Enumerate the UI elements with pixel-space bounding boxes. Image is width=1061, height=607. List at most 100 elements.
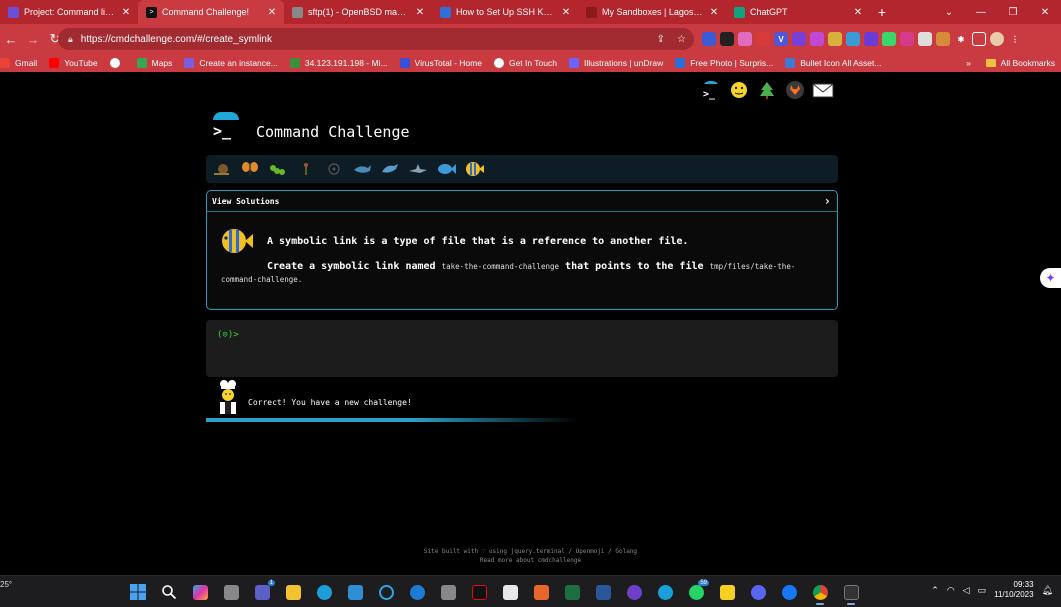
avatar[interactable] (990, 32, 1004, 46)
bookmarks-overflow-button[interactable]: » (966, 58, 971, 68)
tropical-fish-icon[interactable] (464, 159, 484, 179)
app-icon[interactable] (343, 581, 367, 603)
bookmark-item[interactable]: VirusTotal - Home (399, 58, 482, 68)
extension-icon[interactable] (936, 32, 950, 46)
all-bookmarks-button[interactable]: All Bookmarks (985, 58, 1055, 68)
whatsapp-icon[interactable]: 59 (684, 580, 709, 603)
app-icon[interactable] (653, 581, 677, 603)
caterpillar-icon[interactable] (268, 159, 288, 179)
sidebar-icon[interactable] (972, 32, 986, 46)
bookmark-item[interactable]: Illustrations | unDraw (569, 58, 663, 68)
new-tab-button[interactable]: + (870, 4, 894, 20)
bookmark-item[interactable]: 34.123.191.198 - Mi... (289, 58, 388, 68)
lock-icon[interactable]: 🔒︎ (68, 34, 73, 45)
bookmark-item[interactable]: Free Photo | Surpris... (675, 58, 773, 68)
extension-icon[interactable] (918, 32, 932, 46)
footer-read-more-link[interactable]: Read more about cmdchallenge (0, 556, 1061, 565)
app-icon[interactable] (529, 581, 553, 603)
extension-icon[interactable]: V (774, 32, 788, 46)
chevron-right-icon[interactable]: › (824, 194, 831, 208)
gitlab-icon[interactable] (784, 79, 806, 101)
menu-icon[interactable]: ⋮ (1008, 32, 1022, 46)
terminal-input[interactable]: (⊙)> (206, 320, 838, 377)
bookmark-item[interactable] (109, 58, 125, 68)
extension-icon[interactable] (720, 32, 734, 46)
url-text[interactable]: https://cmdchallenge.com/#/create_symlin… (81, 34, 657, 45)
close-window-button[interactable]: ✕ (1029, 7, 1061, 18)
extension-icon[interactable] (828, 32, 842, 46)
bookmark-item[interactable]: YouTube (49, 58, 98, 68)
sparkle-icon[interactable]: ✦ (1040, 268, 1061, 288)
view-solutions-toggle[interactable]: View Solutions › (207, 191, 837, 212)
app-icon[interactable] (405, 581, 429, 603)
extension-icon[interactable] (738, 32, 752, 46)
excel-icon[interactable] (560, 581, 584, 603)
chrome-icon[interactable] (808, 581, 832, 605)
whale-icon[interactable] (352, 159, 372, 179)
start-button[interactable] (126, 581, 150, 603)
mail-icon[interactable] (812, 79, 834, 101)
extension-icon[interactable] (702, 32, 716, 46)
tab-command-challenge[interactable]: > Command Challenge! ✕ (138, 0, 284, 24)
tab-ssh-keys[interactable]: How to Set Up SSH Keys o ✕ (432, 0, 578, 24)
close-icon[interactable]: ✕ (852, 7, 864, 18)
bookmark-item[interactable]: Create an instance... (184, 58, 278, 68)
back-button[interactable]: ← (0, 32, 22, 47)
tab-project-command-line[interactable]: Project: Command line for ✕ (0, 0, 138, 24)
dolphin-icon[interactable] (380, 159, 400, 179)
close-icon[interactable]: ✕ (414, 7, 426, 18)
camera-icon[interactable] (436, 581, 460, 603)
close-icon[interactable]: ✕ (120, 7, 132, 18)
close-icon[interactable]: ✕ (708, 7, 720, 18)
tab-my-sandboxes[interactable]: My Sandboxes | Lagos Intr ✕ (578, 0, 726, 24)
fish-icon[interactable] (436, 159, 456, 179)
search-icon[interactable] (157, 581, 181, 603)
github-icon[interactable] (622, 581, 646, 603)
battery-icon[interactable]: ▭ (978, 585, 987, 596)
edge-icon[interactable] (312, 581, 336, 603)
wifi-icon[interactable]: ◠ (947, 585, 955, 596)
extension-icon[interactable] (900, 32, 914, 46)
restore-button[interactable]: ❐ (997, 7, 1029, 18)
task-view-icon[interactable] (219, 581, 243, 603)
discord-icon[interactable] (746, 581, 770, 603)
bookmark-star-icon[interactable]: ☆ (677, 34, 686, 45)
extension-icon[interactable] (846, 32, 860, 46)
bookmark-item[interactable]: Bullet Icon All Asset... (785, 58, 881, 68)
file-explorer-icon[interactable] (281, 581, 305, 603)
butterfly-icon[interactable] (240, 159, 260, 179)
tab-sftp-manual[interactable]: sftp(1) - OpenBSD manual ✕ (284, 0, 432, 24)
close-icon[interactable]: ✕ (560, 7, 572, 18)
notification-bell-icon[interactable]: 🔔︎ (1042, 585, 1053, 596)
bookmark-item[interactable]: Maps (136, 58, 172, 68)
chevron-up-icon[interactable]: ⌃ (931, 585, 939, 596)
chevron-down-icon[interactable]: ⌄ (933, 7, 965, 18)
bookmark-item[interactable]: Get In Touch (493, 58, 557, 68)
snail-icon[interactable] (212, 159, 232, 179)
egg-icon[interactable] (324, 159, 344, 179)
sticky-notes-icon[interactable] (715, 581, 739, 603)
forward-button[interactable]: → (22, 32, 44, 47)
close-icon[interactable]: ✕ (266, 7, 278, 18)
extension-icon[interactable] (864, 32, 878, 46)
puzzle-icon[interactable]: ✱ (954, 32, 968, 46)
slack-icon[interactable] (498, 581, 522, 603)
cortana-icon[interactable] (374, 581, 398, 603)
extension-icon[interactable] (882, 32, 896, 46)
volume-icon[interactable]: ◁ (963, 585, 970, 596)
tree-icon[interactable] (756, 79, 778, 101)
share-icon[interactable]: ⇪ (657, 34, 665, 45)
minimize-button[interactable]: — (965, 7, 997, 18)
facebook-icon[interactable] (777, 581, 801, 603)
weather-widget[interactable]: 25° (0, 580, 12, 589)
bookmark-item[interactable]: Gmail (0, 58, 37, 68)
terminal-icon[interactable]: >_ (700, 79, 722, 101)
clock[interactable]: 09:33 11/10/2023 (994, 580, 1033, 600)
extension-icon[interactable] (756, 32, 770, 46)
trophy-emoji-icon[interactable] (728, 79, 750, 101)
netflix-icon[interactable] (467, 581, 491, 603)
copilot-icon[interactable] (188, 581, 212, 603)
extension-icon[interactable] (792, 32, 806, 46)
meet-icon[interactable]: 1 (250, 580, 275, 603)
tab-chatgpt[interactable]: ChatGPT ✕ (726, 0, 870, 24)
